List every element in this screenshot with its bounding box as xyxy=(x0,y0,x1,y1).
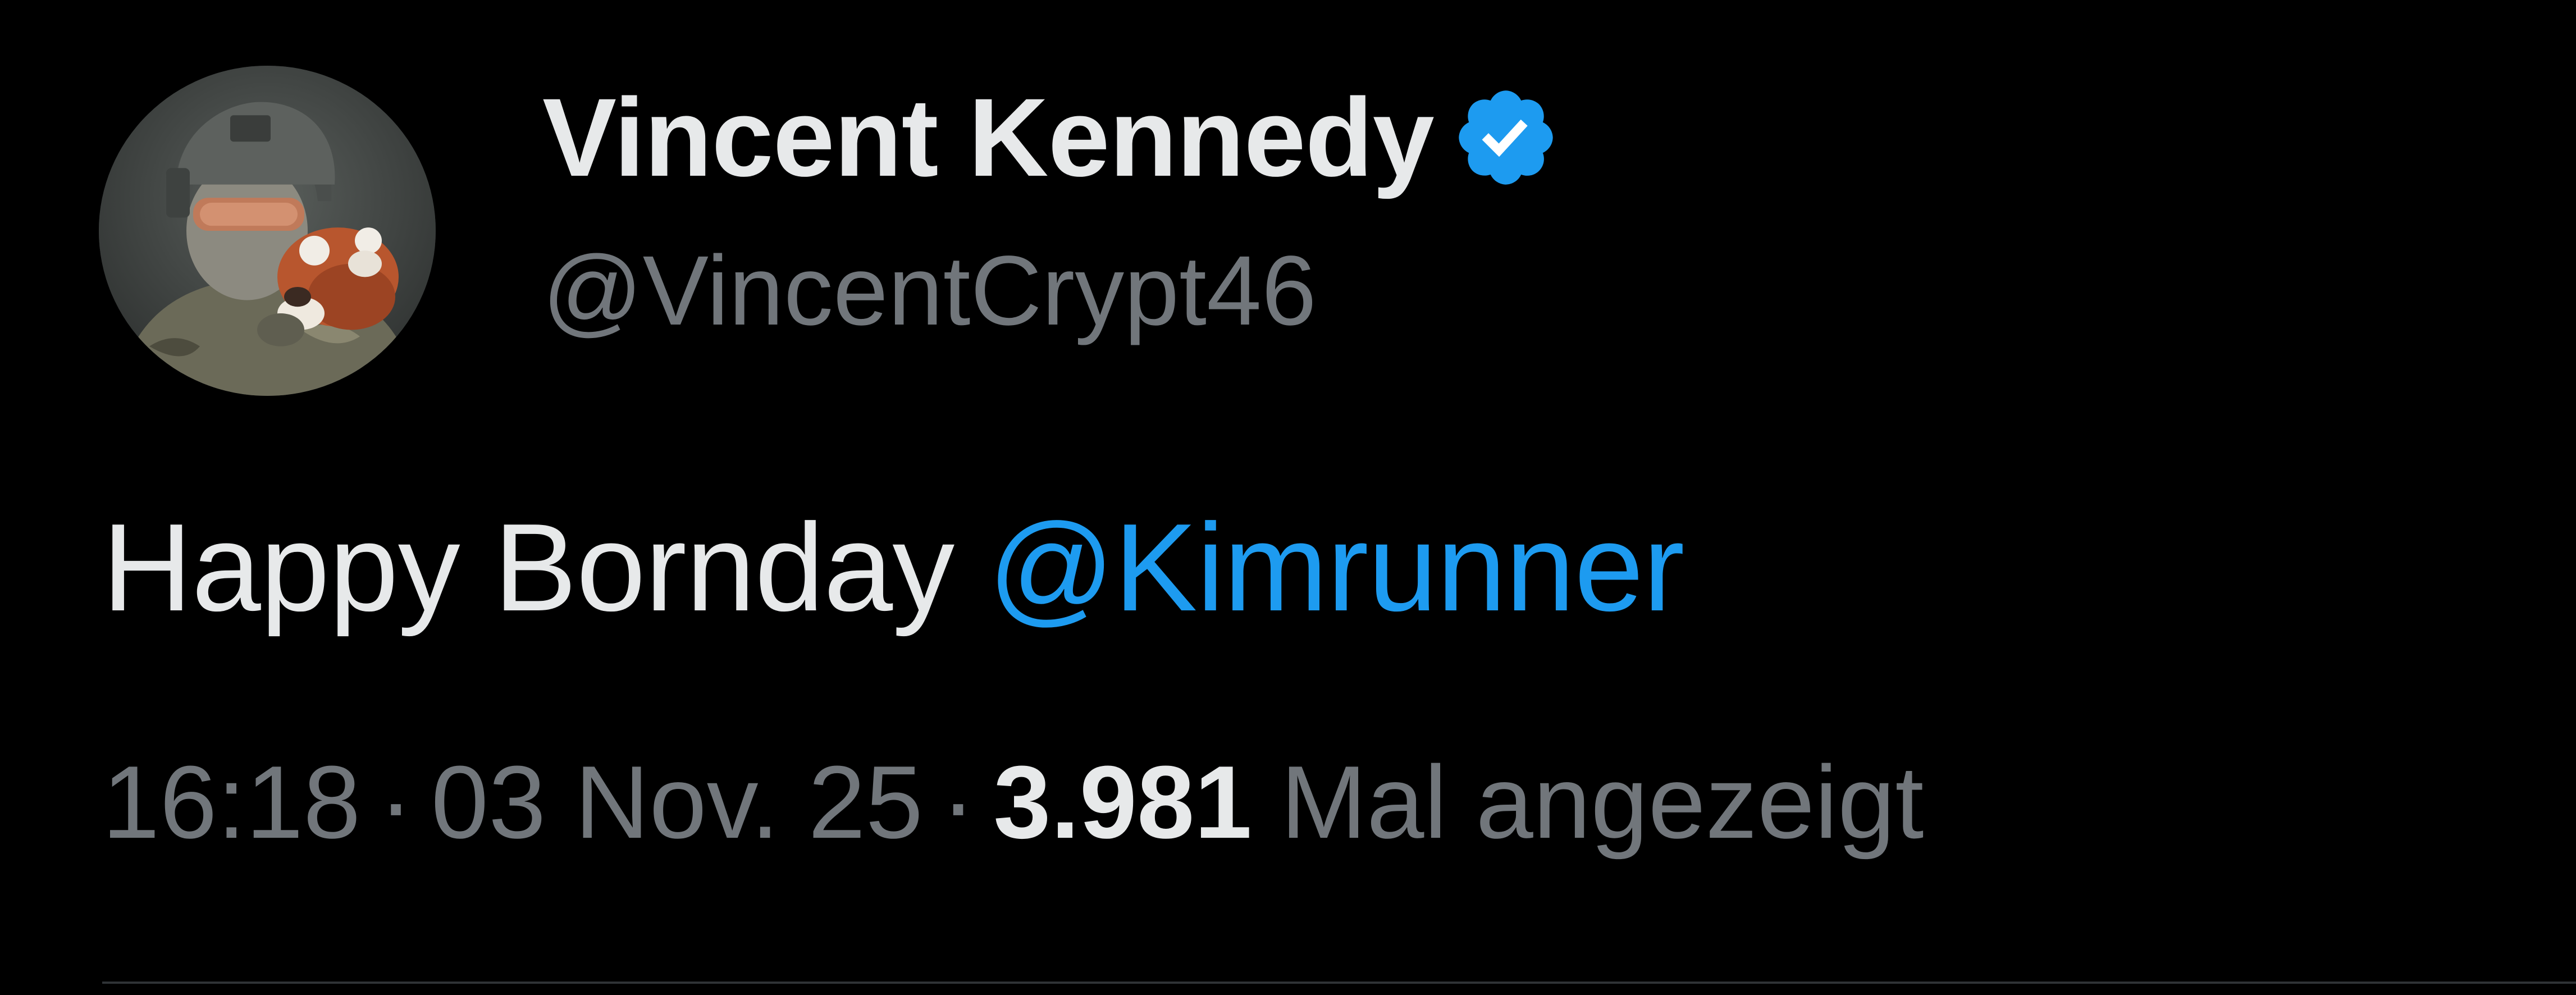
mention-link[interactable]: @Kimrunner xyxy=(988,498,1684,637)
meta-separator: · xyxy=(940,744,976,860)
views-label: Mal angezeigt xyxy=(1280,744,1924,860)
avatar[interactable] xyxy=(99,66,436,396)
tweet-body-text: Happy Bornday xyxy=(102,498,954,637)
divider xyxy=(102,982,2576,984)
tweet-time[interactable]: 16:18 xyxy=(102,744,360,860)
tweet: Vincent Kennedy @VincentCrypt46 Happy Bo… xyxy=(0,0,2576,995)
tweet-date[interactable]: 03 Nov. 25 xyxy=(431,744,923,860)
views-count[interactable]: 3.981 xyxy=(993,744,1252,860)
author-handle[interactable]: @VincentCrypt46 xyxy=(542,241,1317,340)
author-display-name[interactable]: Vincent Kennedy xyxy=(542,82,1435,193)
verified-badge-icon[interactable] xyxy=(1451,83,1561,193)
author-name-row[interactable]: Vincent Kennedy xyxy=(542,82,1561,193)
tweet-text: Happy Bornday @Kimrunner xyxy=(102,505,1684,630)
meta-separator: · xyxy=(378,744,413,860)
tweet-meta: 16:18 · 03 Nov. 25 · 3.981 Mal angezeigt xyxy=(102,750,1924,853)
avatar-image xyxy=(99,66,436,396)
